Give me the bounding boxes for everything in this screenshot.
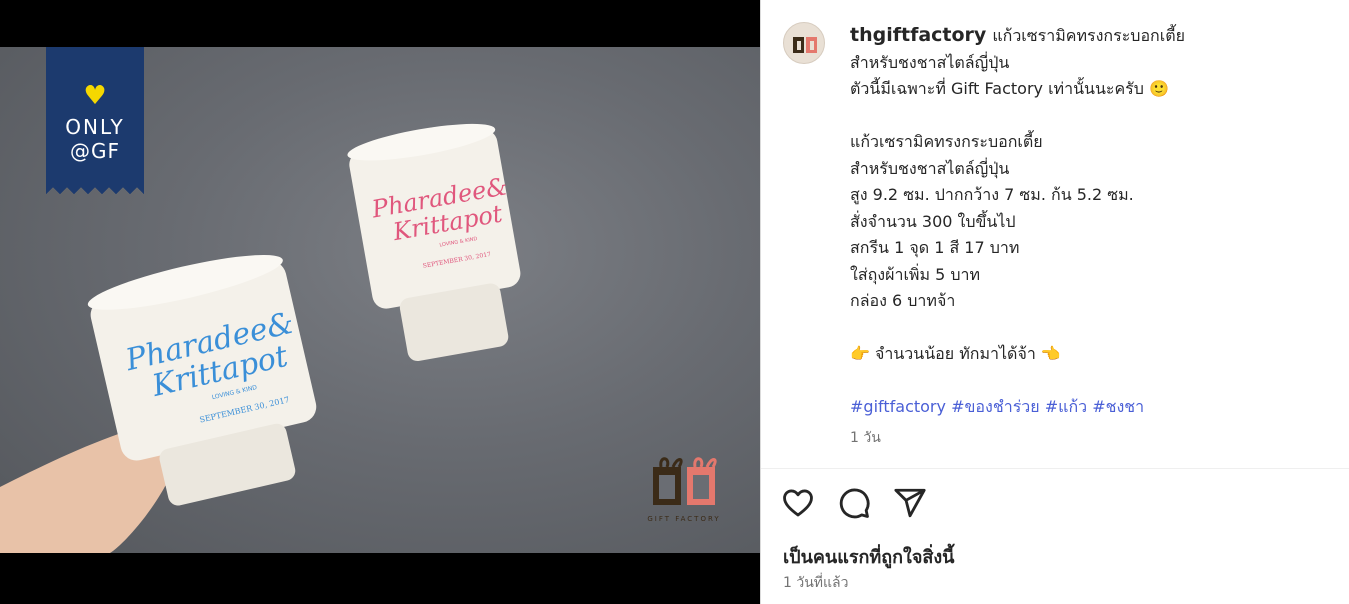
caption-line: สั่งจำนวน 300 ใบขึ้นไป (850, 211, 1016, 231)
post-details-panel: thgiftfactory แก้วเซรามิคทรงกระบอกเตี้ย ส… (760, 0, 1349, 604)
caption-line: สำหรับชงชาสไตล์ญี่ปุ่น (850, 158, 1010, 178)
caption-line: สกรีน 1 จุด 1 สี 17 บาท (850, 238, 1020, 257)
product-photo: ♥ ONLY @GF Pharadee& Krittapot LOVING & … (0, 47, 760, 553)
action-bar (781, 486, 927, 520)
gift-factory-logo-icon (653, 457, 717, 505)
gift-factory-avatar-icon (793, 37, 817, 53)
post-timestamp[interactable]: 1 วันที่แล้ว (783, 572, 848, 594)
caption-line: สำหรับชงชาสไตล์ญี่ปุ่น (850, 52, 1010, 72)
hashtag-link[interactable]: #แก้ว (1045, 397, 1087, 416)
share-icon[interactable] (893, 486, 927, 520)
caption-line: กล่อง 6 บาทจ้า (850, 291, 956, 310)
caption-line: 👉 จำนวนน้อย ทักมาได้จ้า 👈 (850, 344, 1061, 363)
post-caption: thgiftfactory แก้วเซรามิคทรงกระบอกเตี้ย ส… (850, 22, 1320, 451)
hashtag-link[interactable]: #ชงชา (1092, 397, 1144, 416)
hashtag-link[interactable]: #ของชำร่วย (951, 397, 1040, 416)
caption-line: สูง 9.2 ซม. ปากกว้าง 7 ซม. ก้น 5.2 ซม. (850, 185, 1134, 204)
caption-line: แก้วเซรามิคทรงกระบอกเตี้ย (850, 132, 1043, 151)
hashtag-link[interactable]: #giftfactory (850, 397, 946, 416)
likes-text[interactable]: เป็นคนแรกที่ถูกใจสิ่งนี้ (783, 542, 954, 571)
hashtag-list: #giftfactory #ของชำร่วย #แก้ว #ชงชา (850, 394, 1320, 421)
watermark-text: GIFT FACTORY (647, 515, 721, 523)
caption-timestamp[interactable]: 1 วัน (850, 425, 1320, 452)
comment-icon[interactable] (837, 486, 871, 520)
caption-line: ใส่ถุงผ้าเพิ่ม 5 บาท (850, 264, 981, 284)
gift-factory-watermark: GIFT FACTORY (644, 451, 724, 523)
caption-line: แก้วเซรามิคทรงกระบอกเตี้ย (992, 26, 1185, 45)
caption-line: ตัวนี้มีเฉพาะที่ Gift Factory เท่านั้นนะ… (850, 79, 1169, 98)
post-media[interactable]: ♥ ONLY @GF Pharadee& Krittapot LOVING & … (0, 0, 760, 604)
like-heart-icon[interactable] (781, 486, 815, 520)
profile-avatar[interactable] (783, 22, 825, 64)
divider (761, 468, 1349, 469)
cup-right: Pharadee& Krittapot LOVING & KIND SEPTEM… (347, 123, 521, 362)
username-link[interactable]: thgiftfactory (850, 24, 986, 46)
